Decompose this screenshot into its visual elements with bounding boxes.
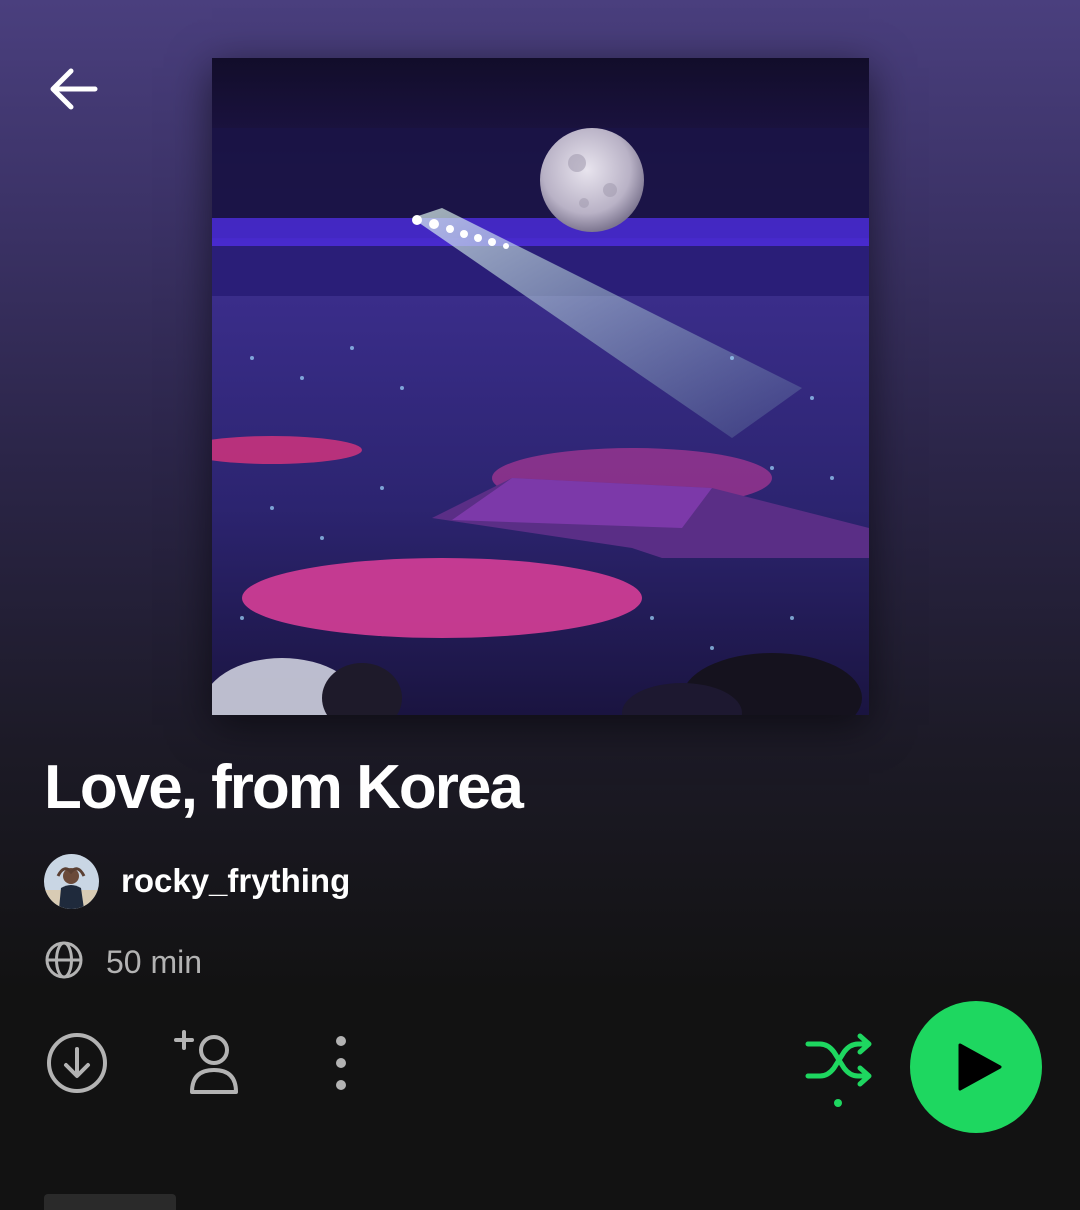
back-button[interactable]: [36, 54, 110, 128]
shuffle-button[interactable]: [800, 1030, 878, 1114]
owner-name[interactable]: rocky_frything: [121, 853, 350, 909]
playlist-cover-image: [212, 58, 869, 715]
download-circle-icon: [45, 1031, 109, 1100]
bottom-tab-partial: [44, 1194, 176, 1210]
more-options-button[interactable]: [318, 1030, 364, 1100]
play-button[interactable]: [910, 1000, 1042, 1138]
download-button[interactable]: [40, 1028, 114, 1102]
playlist-duration: 50 min: [106, 944, 203, 980]
playlist-meta: 50 min: [44, 938, 202, 986]
playlist-title: Love, from Korea: [44, 753, 524, 822]
user-avatar-image[interactable]: [44, 853, 99, 909]
owner-row[interactable]: rocky_frything: [44, 853, 350, 909]
play-icon: [910, 1000, 1042, 1138]
shuffle-icon: [800, 1028, 878, 1117]
add-user-button[interactable]: [168, 1024, 248, 1104]
add-user-icon: [172, 1026, 244, 1103]
arrow-left-icon: [45, 61, 101, 122]
more-vertical-icon: [331, 1033, 351, 1098]
globe-icon: [44, 940, 84, 985]
